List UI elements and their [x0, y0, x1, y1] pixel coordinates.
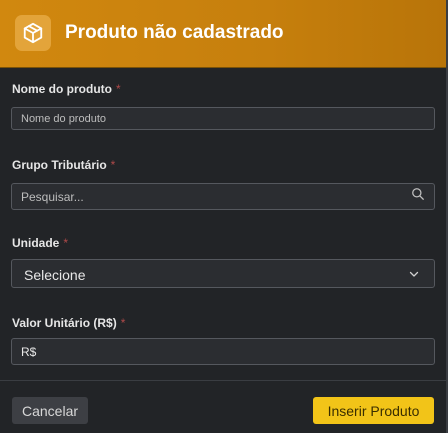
product-name-label-text: Nome do produto — [12, 82, 112, 96]
unit-select[interactable]: Selecione — [11, 259, 435, 288]
product-modal: Produto não cadastrado Nome do produto * … — [0, 0, 448, 433]
required-mark: * — [120, 316, 126, 330]
insert-product-button[interactable]: Inserir Produto — [313, 397, 434, 424]
required-mark: * — [115, 82, 121, 96]
page-background — [0, 433, 448, 438]
tax-group-search-input[interactable] — [11, 183, 435, 210]
unit-label: Unidade * — [12, 236, 68, 250]
modal-title: Produto não cadastrado — [65, 22, 284, 43]
required-mark: * — [63, 236, 69, 250]
search-icon[interactable] — [411, 187, 425, 206]
unit-price-label: Valor Unitário (R$) * — [12, 316, 125, 330]
modal-footer: Cancelar Inserir Produto — [0, 380, 446, 433]
product-name-input[interactable] — [11, 107, 435, 130]
product-name-label: Nome do produto * — [12, 82, 121, 96]
required-mark: * — [110, 158, 116, 172]
chevron-down-icon — [408, 267, 420, 285]
cancel-button[interactable]: Cancelar — [12, 397, 88, 424]
unit-label-text: Unidade — [12, 236, 60, 250]
tax-group-label: Grupo Tributário * — [12, 158, 115, 172]
unit-price-input[interactable] — [11, 338, 435, 365]
tax-group-label-text: Grupo Tributário — [12, 158, 107, 172]
modal-header: Produto não cadastrado — [0, 0, 446, 68]
unit-select-value: Selecione — [24, 267, 86, 283]
box-icon — [15, 15, 51, 51]
unit-price-label-text: Valor Unitário (R$) — [12, 316, 117, 330]
